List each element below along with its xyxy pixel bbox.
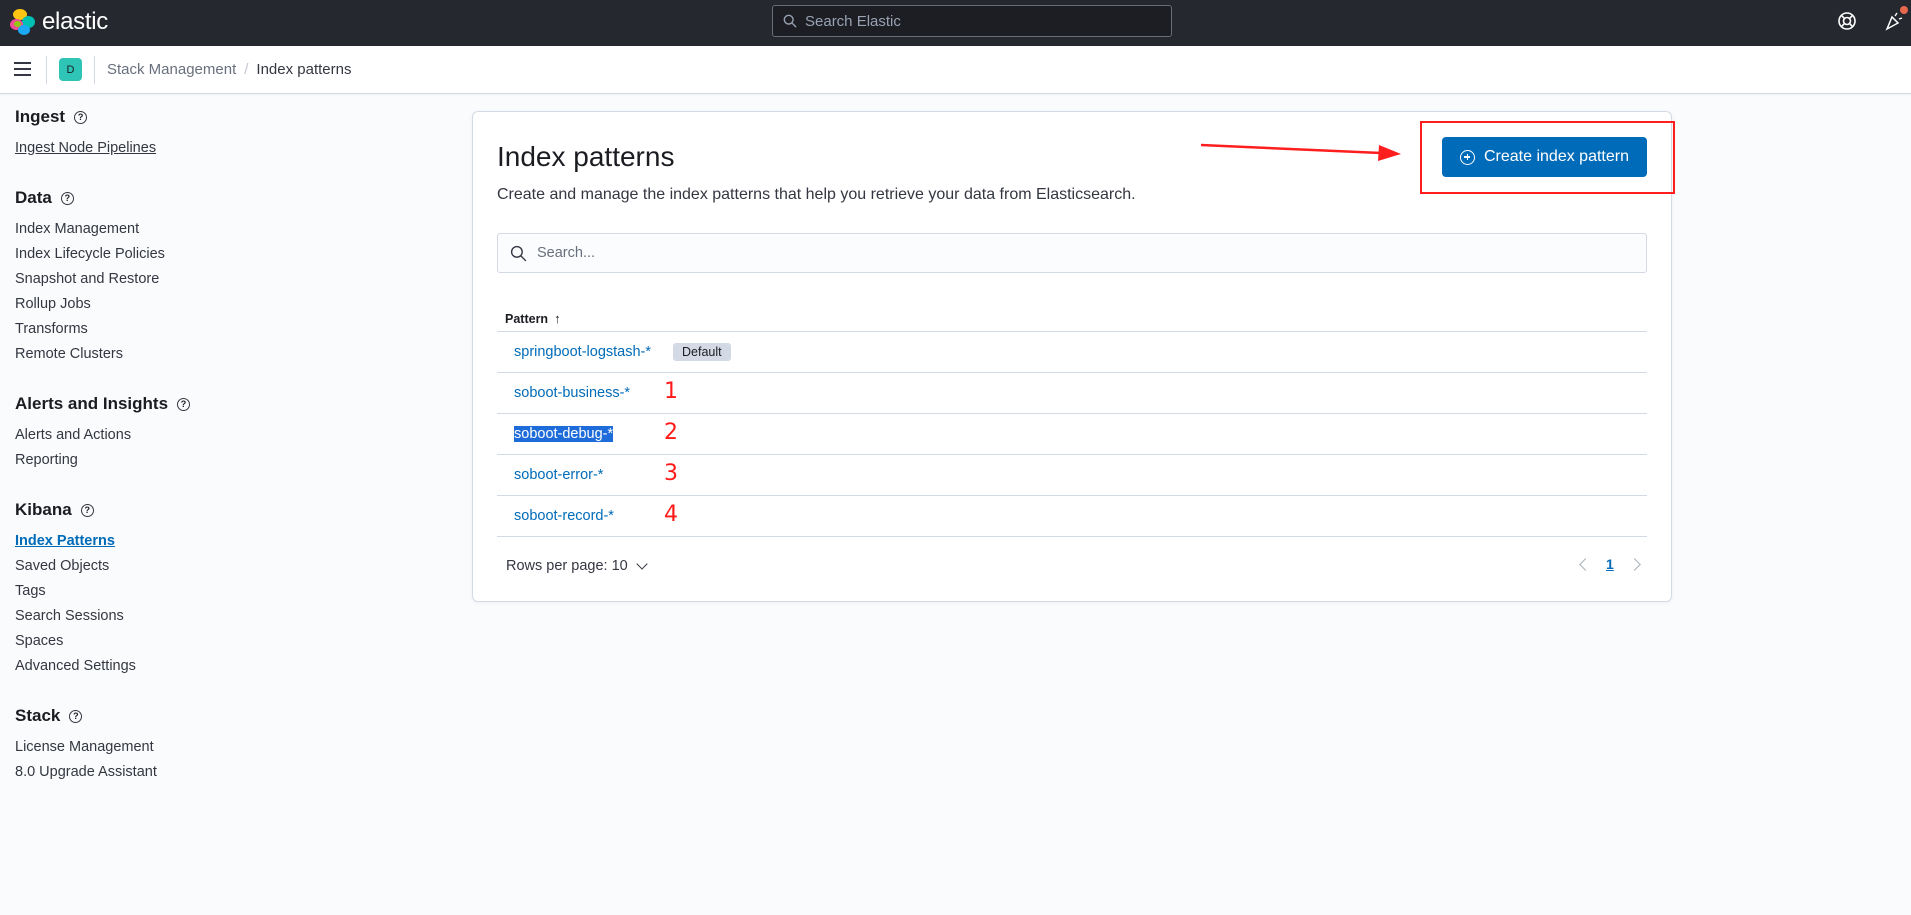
pattern-link[interactable]: soboot-record-*	[514, 508, 614, 524]
default-badge: Default	[673, 343, 731, 361]
annotation-arrow-icon	[1201, 143, 1401, 161]
pattern-link[interactable]: soboot-debug-*	[514, 426, 614, 442]
sidebar-item-alerts-and-actions[interactable]: Alerts and Actions	[15, 423, 435, 448]
create-index-pattern-button[interactable]: Create index pattern	[1442, 137, 1647, 177]
divider	[46, 56, 47, 84]
pattern-search-placeholder: Search...	[537, 245, 596, 261]
news-feed-button[interactable]	[1884, 6, 1908, 33]
sidebar-group-alerts: Alerts and Insights ? Alerts and Actions…	[15, 393, 435, 473]
table-row: soboot-error-* 3	[497, 455, 1647, 496]
sidebar-group-data: Data ? Index Management Index Lifecycle …	[15, 187, 435, 367]
elastic-logo-icon	[10, 9, 36, 35]
annotation-number: 1	[664, 379, 678, 404]
sidebar-group-stack: Stack ? License Management 8.0 Upgrade A…	[15, 705, 435, 785]
previous-page-icon[interactable]	[1579, 557, 1592, 571]
index-patterns-panel: Index patterns Create and manage the ind…	[472, 111, 1675, 602]
global-search-input[interactable]: Search Elastic	[772, 5, 1172, 37]
annotation-number: 2	[664, 420, 678, 445]
table-row: springboot-logstash-* Default	[497, 332, 1647, 373]
chevron-down-icon	[636, 558, 648, 570]
question-icon[interactable]: ?	[69, 709, 83, 723]
page-description: Create and manage the index patterns tha…	[497, 186, 1136, 203]
annotation-number: 3	[664, 461, 678, 486]
create-index-pattern-label: Create index pattern	[1484, 148, 1629, 165]
sidebar-group-title: Kibana ?	[15, 499, 435, 521]
notification-dot	[1900, 6, 1908, 14]
pattern-link[interactable]: soboot-business-*	[514, 385, 630, 401]
sidebar-group-title-text: Ingest	[15, 107, 66, 126]
breadcrumb-index-patterns: Index patterns	[256, 61, 352, 78]
breadcrumb-separator: /	[244, 61, 249, 78]
divider	[94, 56, 95, 84]
hamburger-icon-line	[14, 68, 31, 70]
pattern-link[interactable]: springboot-logstash-*	[514, 344, 651, 360]
cheer-icon	[1885, 12, 1903, 31]
sidebar-group-title: Data ?	[15, 187, 435, 209]
page-title: Index patterns	[497, 141, 675, 172]
sidebar-item-index-patterns[interactable]: Index Patterns	[15, 529, 435, 554]
pattern-link[interactable]: soboot-error-*	[514, 467, 603, 483]
sidebar-group-title: Ingest ?	[15, 106, 435, 128]
sidebar-item-upgrade-assistant[interactable]: 8.0 Upgrade Assistant	[15, 760, 435, 785]
table-row: soboot-record-* 4	[497, 496, 1647, 537]
rows-per-page-button[interactable]: Rows per page: 10	[506, 558, 648, 574]
plus-in-circle-icon	[1460, 149, 1475, 165]
sidebar-group-title: Stack ?	[15, 705, 435, 727]
sidebar-item-advanced-settings[interactable]: Advanced Settings	[15, 654, 435, 679]
annotation-number: 4	[664, 502, 678, 527]
breadcrumb-stack-management[interactable]: Stack Management	[107, 61, 236, 78]
hamburger-icon-line	[14, 74, 31, 76]
column-header-label: Pattern	[505, 311, 549, 326]
sidebar-item-reporting[interactable]: Reporting	[15, 448, 435, 473]
top-header: elastic Search Elastic	[0, 0, 1911, 46]
column-header-pattern[interactable]: Pattern ↑	[497, 306, 1647, 332]
sidebar-group-title-text: Stack	[15, 706, 61, 725]
sidebar-item-spaces[interactable]: Spaces	[15, 629, 435, 654]
sidebar-item-index-management[interactable]: Index Management	[15, 217, 435, 242]
sidebar-item-saved-objects[interactable]: Saved Objects	[15, 554, 435, 579]
pagination: 1	[1579, 556, 1641, 572]
sidebar-group-title: Alerts and Insights ?	[15, 393, 435, 415]
sidebar-group-title-text: Data	[15, 188, 52, 207]
sidebar-item-search-sessions[interactable]: Search Sessions	[15, 604, 435, 629]
help-menu-button[interactable]	[1837, 11, 1859, 33]
help-lifebuoy-icon	[1838, 12, 1856, 30]
sidebar-item-tags[interactable]: Tags	[15, 579, 435, 604]
management-sidebar: Ingest ? Ingest Node Pipelines Data ? In…	[15, 106, 435, 811]
breadcrumb-bar: D Stack Management / Index patterns	[0, 46, 1911, 94]
next-page-icon[interactable]	[1627, 557, 1641, 571]
sidebar-item-rollup-jobs[interactable]: Rollup Jobs	[15, 292, 435, 317]
sidebar-item-license-management[interactable]: License Management	[15, 735, 435, 760]
sidebar-group-title-text: Kibana	[15, 500, 72, 519]
table-row: soboot-business-* 1	[497, 373, 1647, 414]
question-icon[interactable]: ?	[74, 110, 88, 124]
sidebar-item-transforms[interactable]: Transforms	[15, 317, 435, 342]
page-number-button[interactable]: 1	[1606, 556, 1614, 572]
sort-ascending-icon: ↑	[554, 311, 561, 326]
question-icon[interactable]: ?	[60, 191, 74, 205]
sidebar-item-remote-clusters[interactable]: Remote Clusters	[15, 342, 435, 367]
hamburger-icon	[14, 62, 31, 64]
nav-menu-button[interactable]	[14, 62, 31, 76]
global-search-placeholder: Search Elastic	[805, 12, 901, 30]
sidebar-item-index-lifecycle-policies[interactable]: Index Lifecycle Policies	[15, 242, 435, 267]
space-avatar[interactable]: D	[59, 58, 82, 81]
question-icon[interactable]: ?	[177, 397, 191, 411]
sidebar-group-kibana: Kibana ? Index Patterns Saved Objects Ta…	[15, 499, 435, 679]
sidebar-item-ingest-node-pipelines[interactable]: Ingest Node Pipelines	[15, 136, 435, 161]
elastic-logo[interactable]: elastic	[10, 9, 108, 35]
logo-text: elastic	[42, 8, 108, 35]
question-icon[interactable]: ?	[80, 503, 94, 517]
rows-per-page-label: Rows per page: 10	[506, 558, 628, 574]
table-row: soboot-debug-* 2	[497, 414, 1647, 455]
search-icon	[783, 14, 797, 28]
patterns-table: springboot-logstash-* Default soboot-bus…	[497, 332, 1647, 537]
breadcrumb: Stack Management / Index patterns	[107, 61, 351, 78]
sidebar-group-title-text: Alerts and Insights	[15, 394, 169, 413]
sidebar-group-ingest: Ingest ? Ingest Node Pipelines	[15, 106, 435, 161]
sidebar-item-snapshot-and-restore[interactable]: Snapshot and Restore	[15, 267, 435, 292]
search-icon	[510, 245, 527, 261]
pattern-search-input[interactable]: Search...	[497, 233, 1647, 273]
